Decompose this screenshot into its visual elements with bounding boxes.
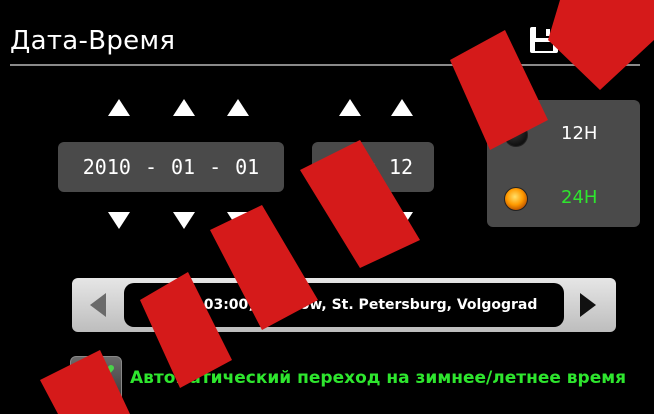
power-button[interactable]: [596, 20, 636, 60]
power-icon: [603, 25, 629, 55]
year-value: 2010: [82, 155, 131, 179]
time-separator: :: [366, 155, 380, 179]
minute-up-arrow[interactable]: [391, 99, 413, 116]
timezone-value: (GMT+03:00) Moscow, St. Petersburg, Volg…: [124, 283, 564, 327]
page-title: Дата-Время: [10, 26, 176, 56]
format-label-24h: 24H: [561, 187, 598, 208]
save-icon: [530, 27, 558, 53]
minute-down-arrow[interactable]: [391, 212, 413, 229]
date-separator: -: [209, 155, 222, 179]
date-separator: -: [144, 155, 157, 179]
day-up-arrow[interactable]: [227, 99, 249, 116]
time-display: 01 : 12: [312, 142, 434, 192]
format-label-12h: 12H: [561, 123, 598, 144]
hour-up-arrow[interactable]: [339, 99, 361, 116]
header-divider: [10, 64, 640, 66]
day-down-arrow[interactable]: [227, 212, 249, 229]
check-icon: [78, 365, 114, 393]
auto-dst-checkbox[interactable]: [70, 356, 122, 402]
hour-down-arrow[interactable]: [339, 212, 361, 229]
timezone-next-button[interactable]: [580, 293, 596, 317]
year-down-arrow[interactable]: [108, 212, 130, 229]
date-display: 2010 - 01 - 01: [58, 142, 284, 192]
save-button[interactable]: [524, 20, 564, 60]
format-option-12h[interactable]: 12H: [487, 114, 640, 154]
auto-dst-label: Автоматический переход на зимнее/летнее …: [130, 368, 627, 388]
time-format-panel: 12H 24H: [487, 100, 640, 227]
radio-24h[interactable]: [504, 187, 528, 211]
radio-12h[interactable]: [504, 123, 528, 147]
month-value: 01: [170, 155, 196, 179]
timezone-prev-button[interactable]: [90, 293, 106, 317]
hour-value: 01: [332, 155, 357, 179]
day-value: 01: [235, 155, 260, 179]
minute-value: 12: [389, 155, 414, 179]
year-up-arrow[interactable]: [108, 99, 130, 116]
month-up-arrow[interactable]: [173, 99, 195, 116]
date-time-screen: Дата-Время 2010 - 01 - 01 01 : 12 12H 24…: [0, 0, 654, 414]
format-option-24h[interactable]: 24H: [487, 178, 640, 218]
month-down-arrow[interactable]: [173, 212, 195, 229]
